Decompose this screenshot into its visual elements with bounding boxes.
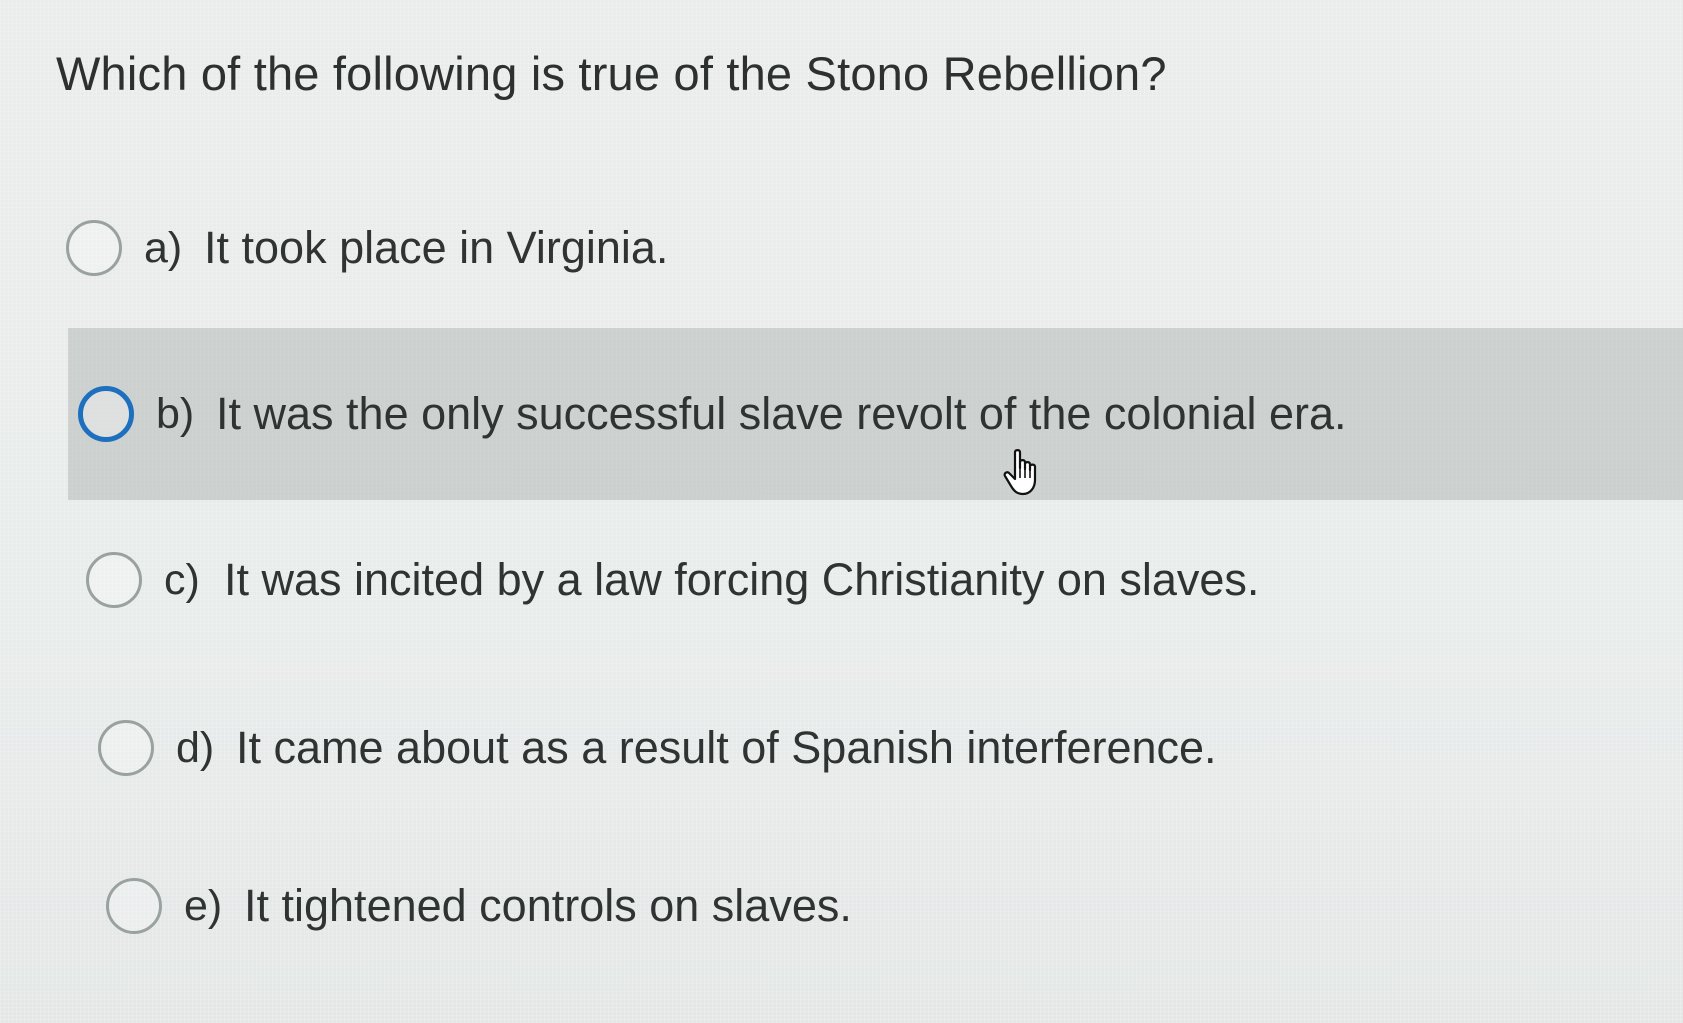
option-e[interactable]: e) It tightened controls on slaves. [106,846,1666,966]
hand-pointer-icon [1003,449,1037,496]
option-text: It took place in Virginia. [204,222,669,273]
option-letter: c) [164,555,200,604]
option-letter: d) [176,723,215,772]
radio-button-c[interactable] [86,552,142,608]
option-text: It came about as a result of Spanish int… [236,722,1217,773]
option-text: It was incited by a law forcing Christia… [224,554,1260,605]
answer-options: a) It took place in Virginia. b) It was … [0,0,1683,1023]
radio-button-d[interactable] [98,720,154,776]
option-letter: e) [184,881,223,930]
option-d[interactable]: d) It came about as a result of Spanish … [98,688,1658,808]
option-text: It was the only successful slave revolt … [216,388,1347,439]
quiz-page: Which of the following is true of the St… [0,0,1683,1023]
radio-button-e[interactable] [106,878,162,934]
option-a[interactable]: a) It took place in Virginia. [66,188,1626,308]
option-c[interactable]: c) It was incited by a law forcing Chris… [86,520,1646,640]
option-text: It tightened controls on slaves. [244,880,852,931]
radio-button-a[interactable] [66,220,122,276]
radio-button-b[interactable] [78,386,134,442]
option-letter: a) [144,223,183,272]
option-b[interactable]: b) It was the only successful slave revo… [68,328,1683,500]
option-letter: b) [156,389,195,438]
